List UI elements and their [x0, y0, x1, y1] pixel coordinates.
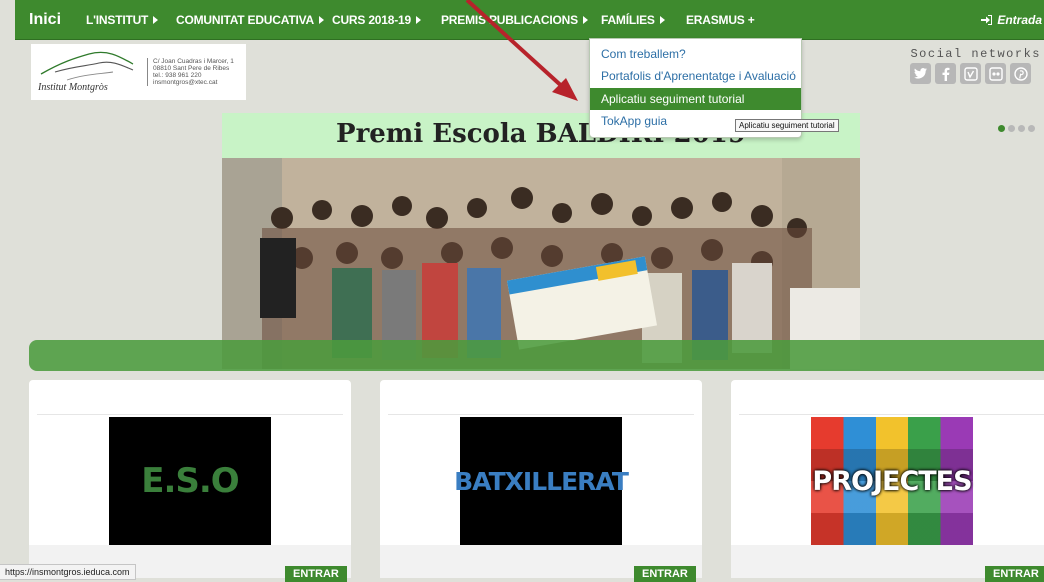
annotation-arrow-icon	[465, 0, 578, 101]
